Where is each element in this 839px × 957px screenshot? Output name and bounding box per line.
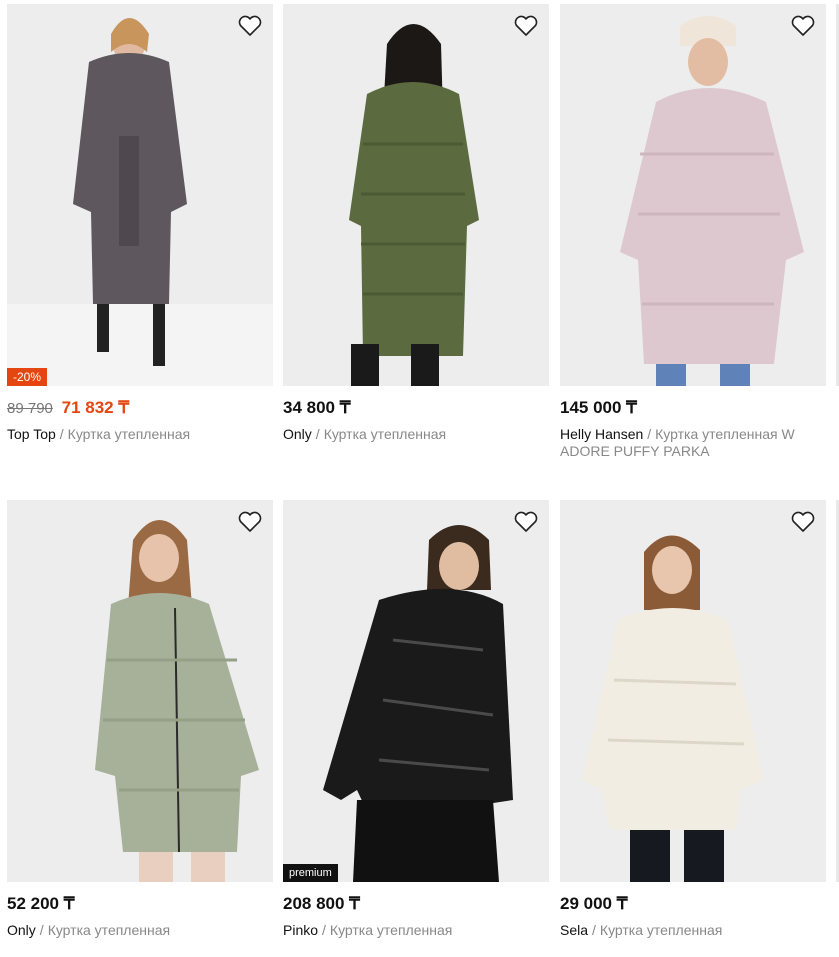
product-photo[interactable] (7, 500, 273, 882)
product-photo[interactable] (560, 500, 826, 882)
heart-outline-icon[interactable] (513, 14, 539, 38)
product-image-coat (7, 18, 273, 386)
price: 52 200 ₸ (7, 894, 75, 913)
product-name: Куртка утепленная (599, 922, 723, 938)
product-name: Куртка утепленная (323, 426, 447, 442)
discount-badge: -20% (7, 368, 48, 386)
product-image-coat (582, 535, 764, 882)
product-photo[interactable]: premium (283, 500, 549, 882)
heart-outline-icon[interactable] (790, 510, 816, 534)
premium-badge: premium (283, 864, 338, 882)
separator: / (315, 426, 320, 442)
price: 145 000 ₸ (560, 398, 637, 417)
product-name: Куртка утепленная (67, 426, 191, 442)
product-description[interactable]: Only / Куртка утепленная (7, 922, 273, 939)
price: 34 800 ₸ (283, 398, 351, 417)
product-photo[interactable]: -20% (7, 4, 273, 386)
product-card[interactable]: -20% 89 790 71 832 ₸ Top Top / Куртка утеп… (7, 4, 273, 443)
heart-outline-icon[interactable] (790, 14, 816, 38)
old-price: 89 790 (7, 400, 53, 417)
product-description[interactable]: Helly Hansen / Куртка утепленная W ADORE P… (560, 426, 826, 460)
heart-outline-icon[interactable] (513, 510, 539, 534)
sale-price: 71 832 ₸ (61, 398, 130, 417)
product-image-coat (349, 24, 479, 386)
brand-name: Only (7, 922, 36, 938)
product-card[interactable]: 34 800 ₸ Only / Куртка утепленная (283, 4, 549, 443)
product-name: Куртка утепленная (329, 922, 453, 938)
separator: / (39, 922, 44, 938)
product-card[interactable]: 52 200 ₸ Only / Куртка утепленная (7, 500, 273, 939)
separator: / (59, 426, 64, 442)
product-name: Куртка утепленная (47, 922, 171, 938)
brand-name: Top Top (7, 426, 56, 442)
product-photo[interactable] (560, 4, 826, 386)
price-row: 89 790 71 832 ₸ (7, 398, 273, 418)
brand-name: Only (283, 426, 312, 442)
product-image-coat (323, 525, 513, 882)
price: 29 000 ₸ (560, 894, 628, 913)
product-card[interactable]: 145 000 ₸ Helly Hansen / Куртка утепленная… (560, 4, 826, 460)
separator: / (647, 426, 652, 442)
separator: / (322, 922, 326, 938)
product-description[interactable]: Only / Куртка утепленная (283, 426, 549, 443)
product-description[interactable]: Pinko / Куртка утепленная (283, 922, 549, 939)
product-card[interactable]: premium 208 800 ₸ Pinko / Куртка утепленна… (283, 500, 549, 939)
product-image-coat (620, 16, 804, 386)
product-description[interactable]: Top Top / Куртка утепленная (7, 426, 273, 443)
separator: / (592, 922, 596, 938)
product-image-coat (95, 520, 259, 882)
brand-name: Helly Hansen (560, 426, 644, 442)
heart-outline-icon[interactable] (237, 14, 263, 38)
product-photo[interactable] (283, 4, 549, 386)
product-description[interactable]: Sela / Куртка утепленная (560, 922, 826, 939)
price: 208 800 ₸ (283, 894, 360, 913)
product-grid: -20% 89 790 71 832 ₸ Top Top / Куртка утеп… (0, 0, 839, 957)
brand-name: Sela (560, 922, 589, 938)
product-card[interactable]: 29 000 ₸ Sela / Куртка утепленная (560, 500, 826, 939)
brand-name: Pinko (283, 922, 319, 938)
heart-outline-icon[interactable] (237, 510, 263, 534)
